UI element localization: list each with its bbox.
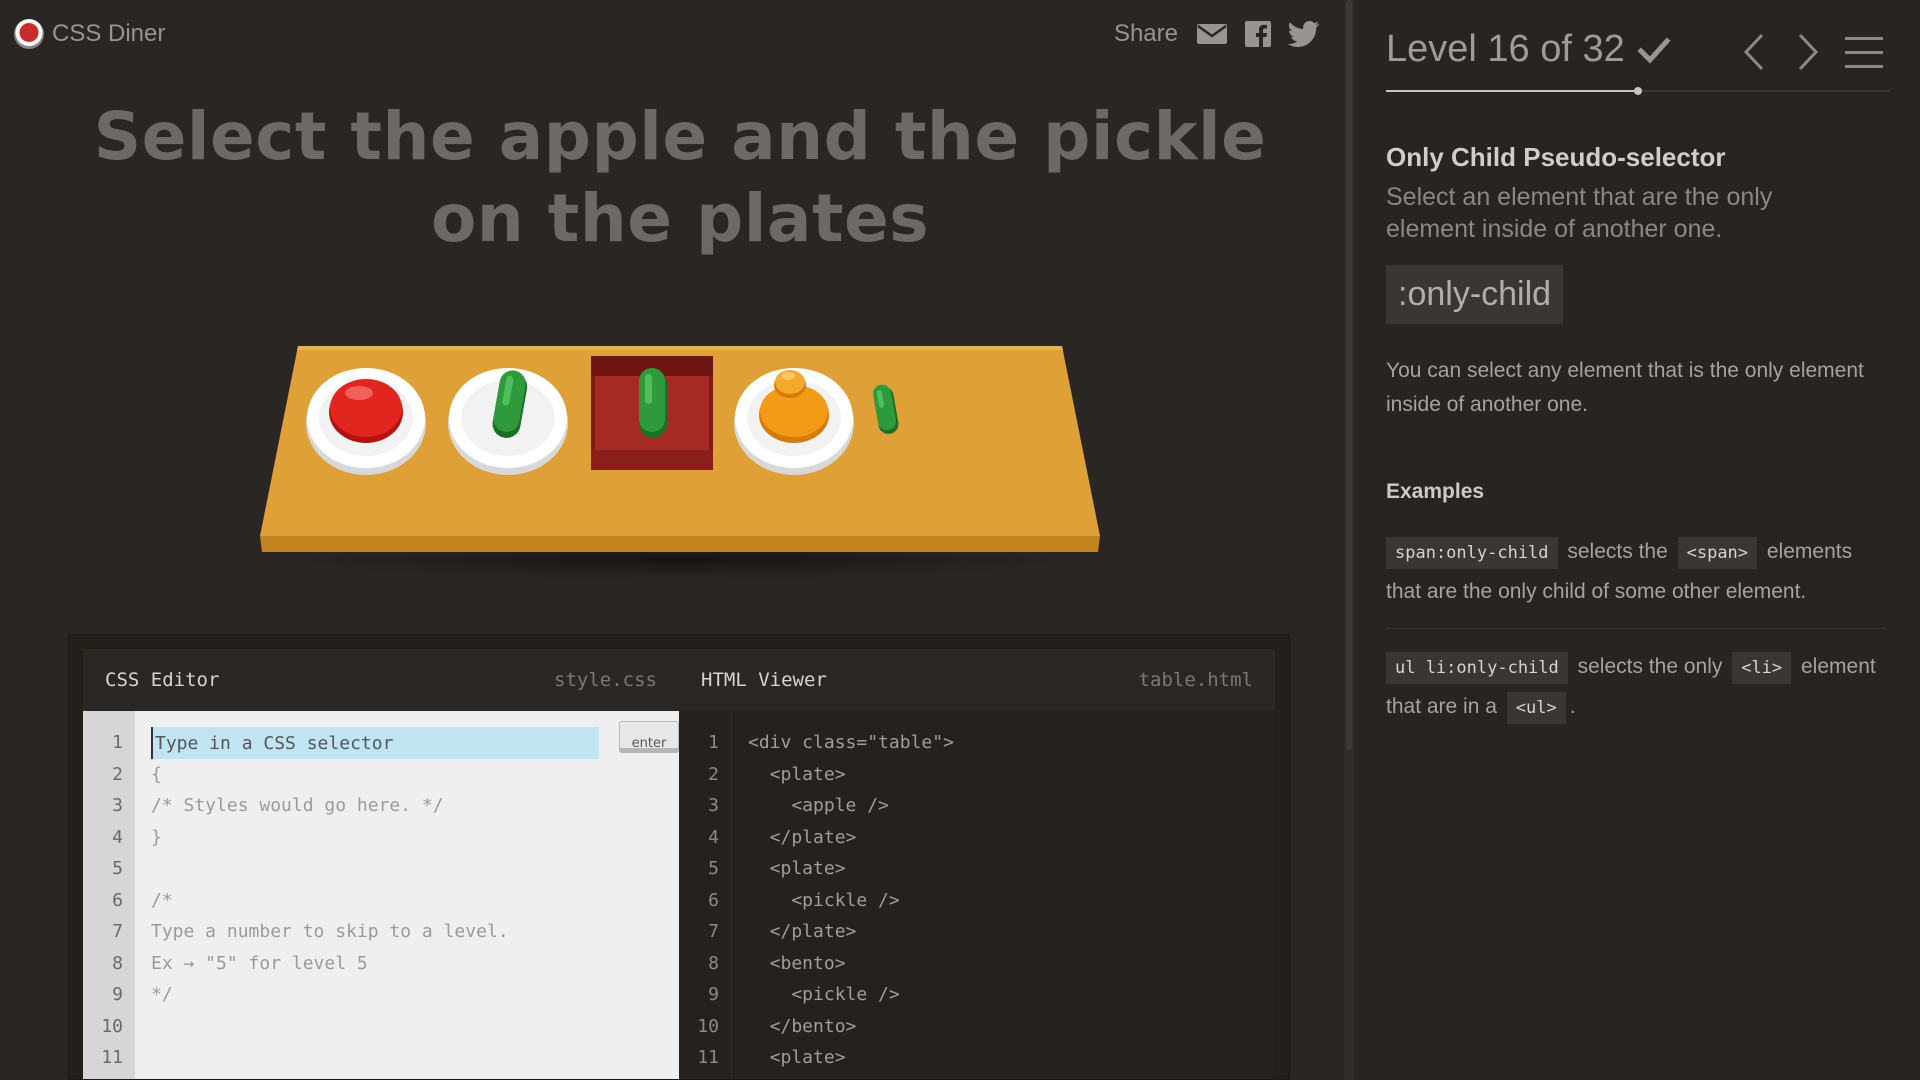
level-title: Level 16 of 32 [1386, 28, 1625, 70]
css-editor-pane: CSS Editor style.css 1 2 3 4 5 6 7 8 9 1… [83, 649, 679, 1079]
css-code: enter { /* Styles would go here. */ } /*… [135, 711, 679, 1079]
html-line[interactable]: <plate> [748, 759, 1275, 791]
html-line[interactable]: <apple /> [748, 790, 1275, 822]
check-icon [1637, 36, 1671, 64]
html-line[interactable]: <plate> [748, 1042, 1275, 1074]
plate-logo-icon [14, 19, 44, 49]
css-selector-input[interactable] [151, 727, 599, 759]
plate-with-orange[interactable] [733, 360, 855, 476]
html-line[interactable]: <pickle /> [748, 979, 1275, 1011]
selector-subtitle: Select an element that are the only elem… [1386, 183, 1773, 243]
plate-with-pickle[interactable] [447, 360, 569, 476]
code-line: Ex → "5" for level 5 [151, 952, 368, 974]
example-code: ul li:only-child [1386, 652, 1568, 684]
game-area: CSS Diner Share Select the apple and the… [0, 0, 1344, 1080]
example-text: . [1569, 695, 1576, 718]
html-viewer-header: HTML Viewer table.html [679, 649, 1275, 711]
dining-table [250, 340, 1110, 580]
loose-pickle[interactable] [870, 380, 904, 440]
example-2: ul li:only-child selects the only <li> e… [1386, 628, 1886, 727]
code-line: /* [151, 889, 173, 911]
level-instruction: Select the apple and the pickle on the p… [93, 98, 1267, 257]
html-viewer-pane: HTML Viewer table.html 1 2 3 4 5 6 7 8 9 [679, 649, 1275, 1079]
progress-fill [1386, 90, 1638, 92]
level-sidebar: Level 16 of 32 Only Child Pseudo-selecto… [1358, 0, 1920, 1080]
level-header: Level 16 of 32 [1386, 0, 1892, 96]
twitter-icon[interactable] [1288, 20, 1320, 48]
html-line-numbers: 1 2 3 4 5 6 7 8 9 10 11 [679, 711, 731, 1079]
share-label: Share [1113, 20, 1178, 47]
example-tag: <li> [1732, 652, 1792, 684]
facebook-icon[interactable] [1242, 20, 1274, 48]
html-code: <div class="table"> <plate> <apple /> </… [731, 711, 1275, 1079]
css-editor-header: CSS Editor style.css [83, 649, 679, 711]
bento-with-pickle[interactable] [591, 356, 713, 470]
mail-icon[interactable] [1196, 20, 1228, 48]
html-line[interactable]: <div class="table"> [748, 727, 1275, 759]
example-tag: <ul> [1506, 692, 1566, 724]
app-name: CSS Diner [52, 20, 166, 47]
html-viewer-title: HTML Viewer [701, 669, 827, 691]
example-text: selects the only [1577, 655, 1723, 678]
css-editor-filename: style.css [554, 669, 657, 691]
examples-title: Examples [1386, 480, 1485, 503]
apple[interactable] [329, 379, 403, 443]
code-editor: CSS Editor style.css 1 2 3 4 5 6 7 8 9 1… [68, 634, 1290, 1080]
menu-icon[interactable] [1842, 32, 1886, 72]
code-line: Type a number to skip to a level. [151, 921, 509, 942]
html-line[interactable]: <plate> [748, 853, 1275, 885]
example-code: span:only-child [1386, 537, 1558, 569]
html-line[interactable]: <bento> [748, 948, 1275, 980]
selector-hint: You can select any element that is the o… [1386, 359, 1864, 416]
code-line: */ [151, 984, 173, 1005]
enter-button[interactable]: enter [619, 721, 679, 753]
css-editor-title: CSS Editor [105, 669, 220, 691]
pickle[interactable] [639, 368, 667, 438]
selector-syntax: :only-child [1386, 265, 1564, 324]
html-line[interactable]: </bento> [748, 1011, 1275, 1043]
selector-name: Only Child Pseudo-selector [1386, 142, 1726, 172]
level-progress-bar [1386, 87, 1890, 95]
example-text: selects the [1567, 540, 1668, 563]
share-bar: Share [1114, 16, 1320, 52]
app-logo[interactable]: CSS Diner [14, 16, 165, 52]
css-line-numbers: 1 2 3 4 5 6 7 8 9 10 11 [83, 711, 135, 1079]
html-line[interactable]: <pickle /> [748, 885, 1275, 917]
example-1: span:only-child selects the <span> eleme… [1386, 532, 1886, 612]
html-line[interactable]: </plate> [748, 822, 1275, 854]
scrollbar-thumb[interactable] [1346, 0, 1352, 750]
previous-level-icon[interactable] [1740, 32, 1768, 72]
plate-with-apple[interactable] [305, 360, 427, 476]
progress-marker [1634, 87, 1642, 95]
html-viewer-filename: table.html [1138, 669, 1253, 691]
next-level-icon[interactable] [1794, 32, 1822, 72]
example-tag: <span> [1677, 537, 1758, 569]
html-line[interactable]: </plate> [748, 916, 1275, 948]
